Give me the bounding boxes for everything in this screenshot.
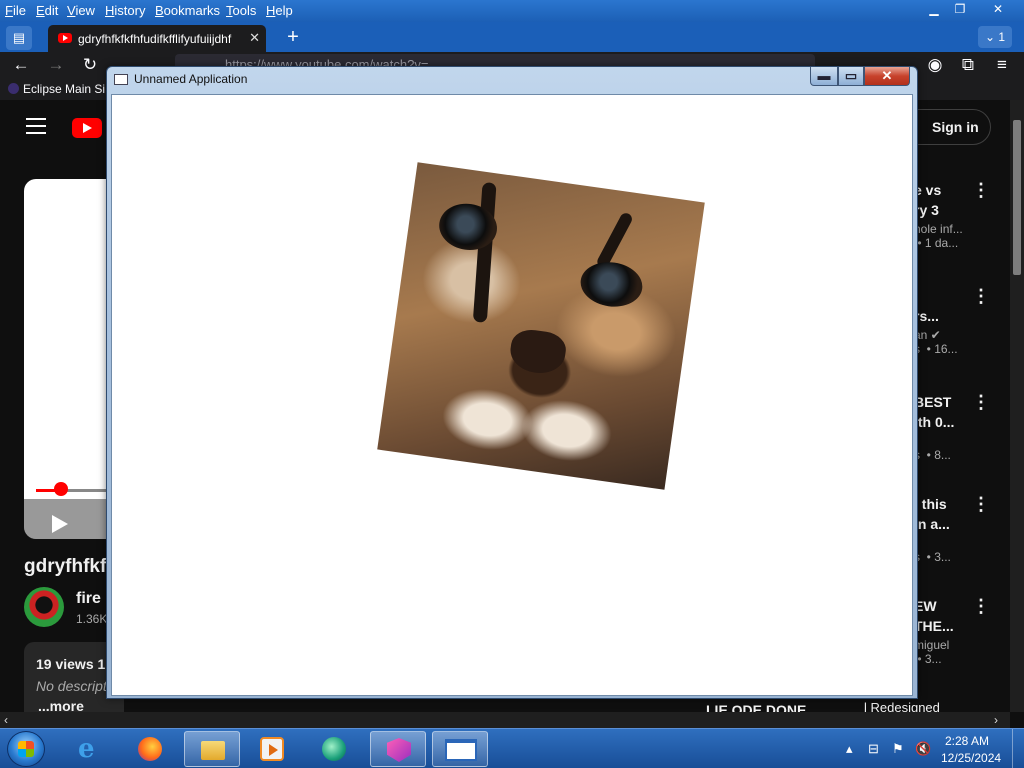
menu-edit[interactable]: Edit (36, 3, 58, 18)
tab-youtube[interactable]: gdryfhfkfkfhfudifkfflifyufuiijdhf ✕ (48, 25, 266, 52)
windows-taskbar: e ▴ ⊟ ⚑ 🔇 2:28 AM 12/25/2024 (0, 728, 1024, 768)
recommendation-meta: miguel • 3... (914, 638, 950, 666)
taskbar-firefox[interactable] (122, 731, 178, 767)
scroll-left-icon[interactable]: ‹ (4, 713, 8, 727)
cat-face-image (377, 162, 705, 490)
media-player-icon (260, 737, 284, 761)
play-icon[interactable] (52, 515, 68, 533)
scroll-right-icon[interactable]: › (994, 713, 998, 727)
bookmark-label: Eclipse Main Si (23, 82, 106, 96)
eclipse-icon (8, 83, 19, 94)
view-count: 19 views 1 (36, 656, 106, 672)
cat-eye (577, 258, 646, 311)
more-options-icon[interactable]: ⋮ (972, 596, 990, 617)
tab-close-icon[interactable]: ✕ (249, 30, 260, 46)
taskbar-unnamed-application[interactable] (432, 731, 488, 767)
back-button[interactable]: ← (10, 54, 32, 76)
tab-list-button[interactable]: ⌄ 1 (978, 26, 1012, 48)
app-menu-icon[interactable]: ≡ (991, 54, 1013, 76)
maximize-button[interactable]: ▭ (838, 67, 864, 86)
tool-icon (322, 737, 346, 761)
menu-file[interactable]: File (5, 3, 26, 18)
clock-time[interactable]: 2:28 AM (945, 734, 989, 748)
channel-subscribers: 1.36K (76, 612, 108, 626)
start-button[interactable] (7, 731, 45, 767)
close-button[interactable]: ✕ (864, 67, 910, 86)
menu-tools[interactable]: Tools (226, 3, 256, 18)
more-options-icon[interactable]: ⋮ (972, 392, 990, 413)
recommendation-meta: an ✔ s • 16... (914, 328, 958, 356)
minimize-button[interactable]: ▬ (810, 67, 838, 86)
action-center-flag-icon[interactable]: ⚑ (892, 741, 904, 757)
browser-menu-bar: File Edit View History Bookmarks Tools H… (0, 0, 1024, 22)
recommendation-item[interactable]: EW THE... miguel • 3... ⋮ (914, 596, 994, 666)
progress-scrubber[interactable] (54, 482, 68, 496)
forward-button[interactable]: → (45, 54, 67, 76)
account-icon[interactable]: ◉ (924, 54, 946, 76)
volume-muted-icon[interactable]: 🔇 (915, 741, 931, 757)
tab-title: gdryfhfkfkfhfudifkfflifyufuiijdhf (78, 32, 232, 46)
recommendation-thumbnail-text: LIE ODE DONE (706, 702, 807, 712)
firefox-view-button[interactable]: ▤ (6, 26, 32, 50)
recommendation-item[interactable]: BEST ith 0... s • 8... ⋮ (914, 392, 994, 462)
bookmark-eclipse[interactable]: Eclipse Main Si (8, 82, 105, 96)
hamburger-menu-icon[interactable] (26, 118, 46, 139)
recommendation-meta: hole inf... • 1 da... (914, 222, 963, 250)
recommendation-partial-title: l Redesigned (864, 700, 940, 712)
menu-view[interactable]: View (67, 3, 95, 18)
clock-date[interactable]: 12/25/2024 (941, 751, 1001, 765)
scrollbar-thumb[interactable] (1013, 120, 1021, 275)
window-title: Unnamed Application (134, 72, 248, 86)
app-icon (387, 738, 411, 762)
taskbar-app[interactable] (370, 731, 426, 767)
recommendation-item[interactable]: e vs ry 3 hole inf... • 1 da... ⋮ (914, 180, 994, 250)
browser-restore-button[interactable]: ❐ (946, 0, 974, 18)
menu-history[interactable]: History (105, 3, 145, 18)
firefox-icon (138, 737, 162, 761)
system-tray: ▴ ⊟ ⚑ 🔇 2:28 AM 12/25/2024 (840, 729, 1024, 768)
youtube-logo[interactable] (72, 118, 102, 138)
window-icon (445, 739, 477, 761)
description-text: No descript (36, 678, 107, 694)
windows-logo-icon (18, 741, 34, 757)
internet-explorer-icon: e (78, 734, 95, 764)
recommendation-item[interactable]: rs... an ✔ s • 16... ⋮ (914, 286, 994, 356)
channel-name[interactable]: fire (76, 590, 101, 608)
menu-help[interactable]: Help (266, 3, 293, 18)
video-title: gdryfhfkf (24, 556, 107, 577)
menu-bookmarks[interactable]: Bookmarks (155, 3, 220, 18)
vertical-scrollbar[interactable] (1010, 100, 1024, 712)
more-options-icon[interactable]: ⋮ (972, 286, 990, 307)
cat-nose (507, 327, 569, 377)
unnamed-application-window[interactable]: Unnamed Application ▬ ▭ ✕ (106, 66, 918, 699)
tab-strip: ▤ gdryfhfkfkfhfudifkfflifyufuiijdhf ✕ + … (0, 22, 1024, 52)
recommendation-meta: s • 8... (914, 448, 951, 462)
browser-close-button[interactable]: ✕ (984, 0, 1012, 18)
more-options-icon[interactable]: ⋮ (972, 180, 990, 201)
browser-minimize-button[interactable]: ▁ (920, 0, 948, 18)
youtube-favicon-icon (58, 33, 72, 43)
horizontal-scrollbar[interactable]: ‹ › (0, 712, 1010, 728)
extensions-icon[interactable]: ⧉ (957, 54, 979, 76)
network-icon[interactable]: ⊟ (868, 741, 879, 757)
taskbar-internet-explorer[interactable]: e (62, 731, 118, 767)
application-canvas[interactable] (111, 94, 913, 696)
recommendation-meta: s • 3... (914, 550, 951, 564)
more-link[interactable]: ...more (38, 698, 84, 712)
show-hidden-icons-icon[interactable]: ▴ (846, 741, 853, 757)
application-icon (114, 74, 128, 85)
sign-in-label: Sign in (932, 119, 979, 135)
taskbar-file-explorer[interactable] (184, 731, 240, 767)
taskbar-media-player[interactable] (244, 731, 300, 767)
more-options-icon[interactable]: ⋮ (972, 494, 990, 515)
channel-avatar[interactable] (24, 587, 64, 627)
show-desktop-button[interactable] (1012, 729, 1024, 768)
recommendation-item[interactable]: l this in a... s • 3... ⋮ (914, 494, 994, 564)
folder-icon (201, 741, 225, 760)
new-tab-button[interactable]: + (281, 27, 305, 49)
reload-button[interactable]: ↻ (79, 54, 101, 76)
taskbar-tool[interactable] (306, 731, 362, 767)
